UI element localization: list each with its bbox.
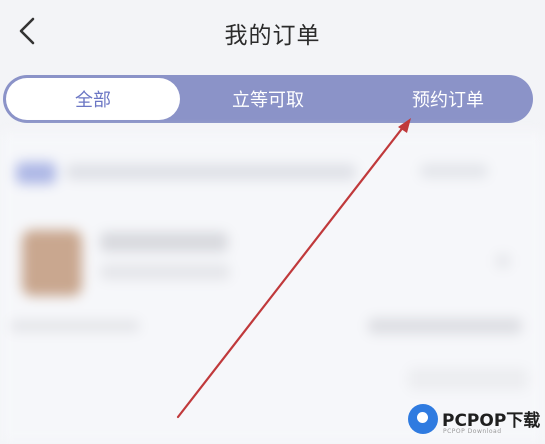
app-header: 我的订单: [0, 0, 545, 66]
order-status-placeholder: [420, 164, 488, 178]
product-spec-placeholder: [100, 264, 230, 280]
chevron-right-icon: [496, 254, 510, 268]
order-total-placeholder: [368, 318, 522, 334]
tab-ready-pickup[interactable]: 立等可取: [188, 75, 348, 123]
shop-tag: [16, 162, 56, 184]
blurred-order-card: [0, 132, 545, 444]
page-title: 我的订单: [224, 23, 321, 49]
tab-all[interactable]: 全部: [6, 78, 180, 120]
watermark-sub: PCPOP Download: [443, 428, 502, 435]
order-action-placeholder: [408, 368, 528, 390]
order-time-placeholder: [10, 320, 140, 332]
shop-name-placeholder: [66, 164, 356, 180]
order-tabs: 全部 立等可取 预约订单: [3, 75, 533, 123]
watermark-logo: PCPOP下载 PCPOP Download: [408, 402, 543, 440]
tab-reservation-orders[interactable]: 预约订单: [363, 75, 533, 123]
product-name-placeholder: [100, 232, 228, 252]
product-thumbnail: [22, 230, 82, 296]
pcpop-logo-icon: [408, 404, 438, 434]
